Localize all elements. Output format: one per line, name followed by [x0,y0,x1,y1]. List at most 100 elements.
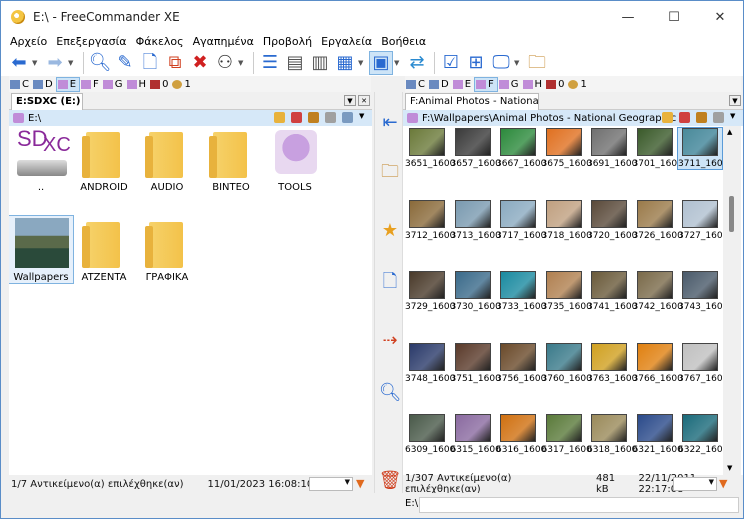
right-path-bar[interactable]: F:\Wallpapers\Animal Photos - National G… [403,110,743,126]
new-file-plus-icon[interactable]: 🗋 [378,271,402,296]
monitor-icon[interactable]: 🖵 [489,51,513,75]
copy-icon[interactable]: ⧉ [163,51,187,75]
list-view-icon[interactable]: ▥ [308,51,332,75]
filter-icon[interactable]: ▼ [356,478,368,490]
list-item[interactable]: Wallpapers [9,215,74,284]
left-tab[interactable]: E:SDXC (E:) [11,93,83,110]
filter-icon[interactable]: ▼ [719,478,731,490]
thumbnail-item[interactable]: 3756_1600 [496,342,546,384]
thumbnail-item[interactable]: 3748_1600 [405,342,455,384]
checklist-icon[interactable]: ☑ [439,51,463,75]
favorites-star-icon[interactable]: ★ [378,218,402,242]
right-filter-input[interactable]: ▼ [673,477,717,491]
menu-folder[interactable]: Φάκελος [136,35,184,48]
thumbnail-item[interactable]: 3711_1600 [677,127,723,170]
path-dropdown-icon[interactable]: ▼ [730,112,741,123]
thumbnail-item[interactable]: 3743_1600 [678,271,723,312]
folder-settings-icon[interactable]: 🗀 [525,51,549,75]
menu-view[interactable]: Προβολή [263,35,312,48]
thumbnail-item[interactable]: 3741_1600 [587,271,637,312]
view-mode-icon[interactable]: ▦ [333,51,357,75]
right-drive-h[interactable]: H [522,77,546,92]
monitor-dropdown-icon[interactable]: ▼ [514,59,522,67]
search-icon[interactable]: 🔍︎ [378,380,402,404]
thumbnail-item[interactable]: 3766_1600 [633,342,683,384]
thumbnail-item[interactable]: 6317_1600 [542,414,592,455]
close-button[interactable]: ✕ [697,1,743,33]
maximize-button[interactable]: ☐ [651,1,697,33]
delete-bin-icon[interactable]: 🗑 [378,468,402,492]
list-item[interactable]: BINTEO [199,126,263,193]
thumbnail-item[interactable]: 3760_1600 [542,342,592,384]
thumbnail-item[interactable]: 6322_1600 [678,414,723,455]
thumbnail-item[interactable]: 6315_1600 [451,414,501,455]
list-item[interactable]: ATZENTA [72,216,136,283]
list-item[interactable]: SD XC .. [9,126,73,193]
right-scrollbar[interactable]: ▲ ▼ [723,126,741,475]
thumbnail-item[interactable]: 3701_1600 [633,128,683,169]
menu-help[interactable]: Βοήθεια [381,35,426,48]
thumbnail-item[interactable]: 3717_1600 [496,199,546,241]
thumbnail-item[interactable]: 3713_1600 [451,199,501,241]
thumbnail-item[interactable]: 3657_1600 [451,128,501,169]
thumbnail-item[interactable]: 6316_1600 [496,414,546,455]
thumbnail-item[interactable]: 3742_1600 [633,271,683,312]
search-icon[interactable]: 🔍︎ [88,51,112,75]
forward-dropdown-icon[interactable]: ▼ [68,59,76,67]
delete-icon[interactable]: ✖ [188,51,212,75]
right-drive-0[interactable]: 0 [545,77,567,92]
binoculars-icon[interactable]: ⚇ [213,51,237,75]
list-item[interactable]: ΓΡΑΦΙΚΑ [135,216,199,283]
thumbnail-item[interactable]: 3667_1600 [496,128,546,169]
folder-history-icon[interactable] [308,112,319,123]
folder-copy-icon[interactable] [713,112,724,123]
menu-favorites[interactable]: Αγαπημένα [193,35,254,48]
menu-edit[interactable]: Επεξεργασία [56,35,126,48]
right-tab[interactable]: F:Animal Photos - Nationa... [405,93,539,110]
left-tab-dropdown-icon[interactable]: ▼ [344,95,356,106]
command-line-input[interactable] [419,497,739,513]
left-drive-h[interactable]: H [126,77,150,92]
thumbnail-item[interactable]: 3726_1600 [633,199,683,241]
thumbnail-item[interactable]: 3729_1600 [405,271,455,312]
left-drive-e[interactable]: E [55,76,81,92]
new-file-icon[interactable]: 🗋 [138,51,162,75]
left-drive-f[interactable]: F [80,77,102,92]
thumbnail-item[interactable]: 6309_1600 [405,414,455,455]
tree-view-icon[interactable]: ☰ [258,51,282,75]
forward-arrow-icon[interactable]: ➡ [43,51,67,75]
folder-compare-icon[interactable]: 🗀 [378,161,402,186]
view-mode-dropdown-icon[interactable]: ▼ [358,59,366,67]
thumbnail-view-icon[interactable]: ▣ [369,50,393,75]
thumbnail-item[interactable]: 3720_1600 [587,199,637,241]
right-drive-e[interactable]: E [452,77,474,92]
pencil-icon[interactable]: ✎ [113,51,137,75]
back-dropdown-icon[interactable]: ▼ [32,59,40,67]
menu-tools[interactable]: Εργαλεία [321,35,372,48]
minimize-button[interactable]: — [605,1,651,33]
left-drive-0[interactable]: 0 [149,77,171,92]
left-drive-1[interactable]: 1 [171,77,193,92]
copy-to-other-icon[interactable]: ⇤ [378,110,402,134]
folder-history-icon[interactable] [696,112,707,123]
left-drive-d[interactable]: D [32,77,56,92]
right-drive-1[interactable]: 1 [567,77,589,92]
left-drive-c[interactable]: C [9,77,32,92]
thumbnail-item[interactable]: 3727_1600 [678,199,723,241]
thumbnail-item[interactable]: 3718_1600 [542,199,592,241]
folder-copy-icon[interactable] [325,112,336,123]
list-item[interactable]: TOOLS [263,126,327,193]
thumbnail-item[interactable]: 3767_1600 [678,342,723,384]
left-path-bar[interactable]: E:\ ▼ [9,110,372,126]
left-filter-input[interactable]: ▼ [309,477,353,491]
list-item[interactable]: AUDIO [135,126,199,193]
folder-up-icon[interactable] [274,112,285,123]
folder-up-icon[interactable] [662,112,673,123]
right-drive-c[interactable]: C [405,77,428,92]
thumbnail-item[interactable]: 6321_1600 [633,414,683,455]
left-drive-g[interactable]: G [102,77,126,92]
scrollbar-thumb[interactable] [729,196,734,232]
thumbnail-item[interactable]: 3730_1600 [451,271,501,312]
sync-icon[interactable]: ⇄ [405,51,429,75]
right-tab-dropdown-icon[interactable]: ▼ [729,95,741,106]
